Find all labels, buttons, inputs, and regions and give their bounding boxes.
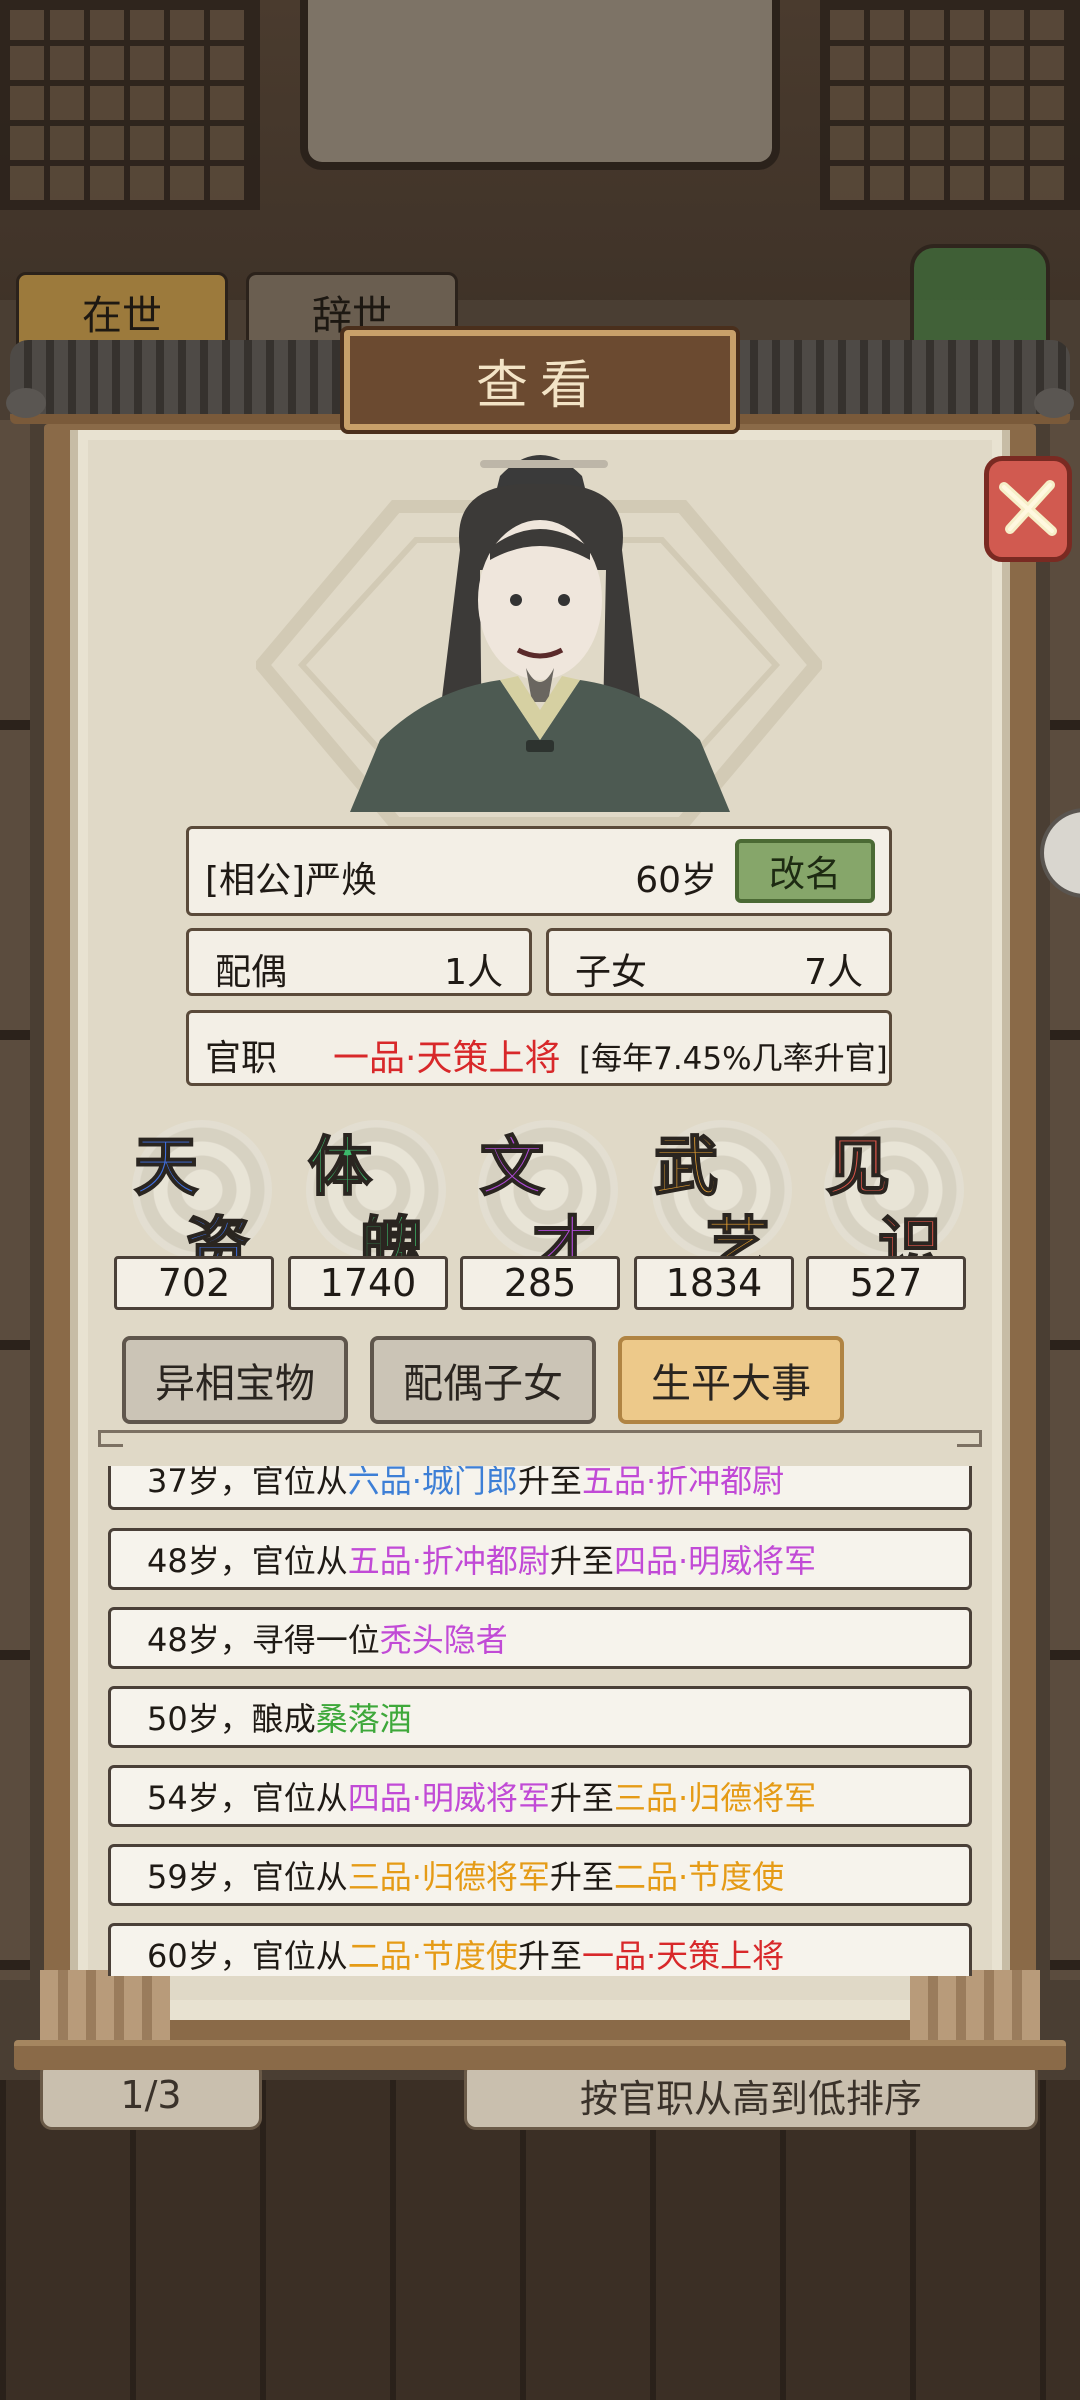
life-events-list[interactable]: 37岁，官位从 六品·城门郎 升至 五品·折冲都尉 48岁，官位从 五品·折冲都尉 升至四… <box>108 1466 972 1976</box>
event-text-segment: 48岁，官位从 <box>147 1542 348 1580</box>
background-card-strip-right <box>1050 420 1080 1980</box>
name-row: [相公]严焕 60岁 改名 <box>186 826 892 916</box>
lattice-window-right <box>820 0 1080 210</box>
stat-char: 武 <box>653 1130 719 1206</box>
stat-value-martial: 1834 <box>634 1256 794 1310</box>
event-text-segment: 桑落酒 <box>315 1700 412 1738</box>
event-text-segment: 升至 <box>549 1858 614 1896</box>
section-divider <box>98 1430 982 1450</box>
event-text-segment: 升至 <box>549 1779 614 1817</box>
dialog-base <box>14 2040 1066 2070</box>
promotion-chance: [每年7.45%几率升官] <box>579 1041 888 1077</box>
dialog-post-right <box>910 1970 1040 2050</box>
children-count: 7人 <box>804 952 863 993</box>
sort-button[interactable]: 按官职从高到低排序 <box>464 2060 1038 2130</box>
list-item: 50岁，酿成 桑落酒 <box>108 1686 972 1748</box>
stat-value-literary: 285 <box>460 1256 620 1310</box>
close-button[interactable] <box>984 456 1072 562</box>
background-card-strip-left <box>0 420 30 1980</box>
event-text-segment: 54岁，官位从 <box>147 1779 348 1817</box>
event-text-segment: 三品·归德将军 <box>613 1779 817 1817</box>
dialog-post-left <box>40 1970 170 2050</box>
event-text-segment: 升至 <box>549 1542 614 1580</box>
event-text-segment: 四品·明威将军 <box>347 1779 550 1817</box>
list-item: 59岁，官位从 三品·归德将军 升至 二品·节度使 <box>108 1844 972 1906</box>
rank-row: 官职 一品·天策上将 [每年7.45%几率升官] <box>186 1010 892 1086</box>
spouse-label: 配偶 <box>215 952 288 993</box>
event-text-segment: 二品·节度使 <box>347 1937 518 1975</box>
close-x-icon <box>999 480 1057 536</box>
event-text-segment: 六品·城门郎 <box>347 1466 518 1500</box>
tab-family[interactable]: 配偶子女 <box>370 1336 596 1424</box>
rank-label: 官职 <box>205 1038 278 1079</box>
dialog-title-plate: 查看 <box>344 330 736 430</box>
event-text-segment: 升至 <box>517 1466 582 1500</box>
lattice-window-left <box>0 0 260 210</box>
spouse-count: 1人 <box>444 952 503 993</box>
tab-treasures[interactable]: 异相宝物 <box>122 1336 348 1424</box>
children-row: 子女 7人 <box>546 928 892 996</box>
event-text-segment: 48岁，寻得一位 <box>147 1621 380 1659</box>
event-text-segment: 60岁，官位从 <box>147 1937 348 1975</box>
pager[interactable]: 1/3 <box>40 2060 262 2130</box>
list-item: 54岁，官位从 四品·明威将军 升至 三品·归德将军 <box>108 1765 972 1827</box>
stat-char: 天 <box>133 1130 199 1206</box>
event-text-segment: 50岁，酿成 <box>147 1700 316 1738</box>
wall-painting <box>300 0 780 170</box>
character-portrait <box>350 455 730 812</box>
stat-value-physique: 1740 <box>288 1256 448 1310</box>
dialog-title: 查看 <box>475 355 604 416</box>
stat-value-knowledge: 527 <box>806 1256 966 1310</box>
event-text-segment: 二品·节度使 <box>613 1858 785 1896</box>
stat-char: 文 <box>479 1130 545 1206</box>
event-text-segment: 37岁，官位从 <box>147 1466 348 1500</box>
stat-char: 体 <box>307 1130 373 1206</box>
event-text-segment: 五品·折冲都尉 <box>347 1542 550 1580</box>
stat-value-aptitude: 702 <box>114 1256 274 1310</box>
list-item: 60岁，官位从 二品·节度使 升至 一品·天策上将 <box>108 1923 972 1976</box>
character-age: 60岁 <box>635 860 717 901</box>
children-label: 子女 <box>575 952 648 993</box>
rank-value: 一品·天策上将 <box>333 1038 561 1079</box>
event-text-segment: 三品·归德将军 <box>347 1858 550 1896</box>
event-text-segment: 升至 <box>517 1937 582 1975</box>
character-name: [相公]严焕 <box>205 860 378 901</box>
event-text-segment: 秃头隐者 <box>379 1621 508 1659</box>
roof-end-left <box>6 388 46 418</box>
list-item: 48岁，官位从 五品·折冲都尉 升至 四品·明威将军 <box>108 1528 972 1590</box>
event-text-segment: 五品·折冲都尉 <box>581 1466 785 1500</box>
event-text-segment: 59岁，官位从 <box>147 1858 348 1896</box>
rename-button[interactable]: 改名 <box>735 839 875 903</box>
event-text-segment: 四品·明威将军 <box>613 1542 817 1580</box>
list-item: 37岁，官位从 六品·城门郎 升至 五品·折冲都尉 <box>108 1466 972 1510</box>
event-text-segment: 一品·天策上将 <box>581 1937 785 1975</box>
list-item: 48岁，寻得一位 秃头隐者 <box>108 1607 972 1669</box>
tab-life-events[interactable]: 生平大事 <box>618 1336 844 1424</box>
stat-char: 见 <box>825 1130 891 1206</box>
roof-end-right <box>1034 388 1074 418</box>
spouse-row: 配偶 1人 <box>186 928 532 996</box>
